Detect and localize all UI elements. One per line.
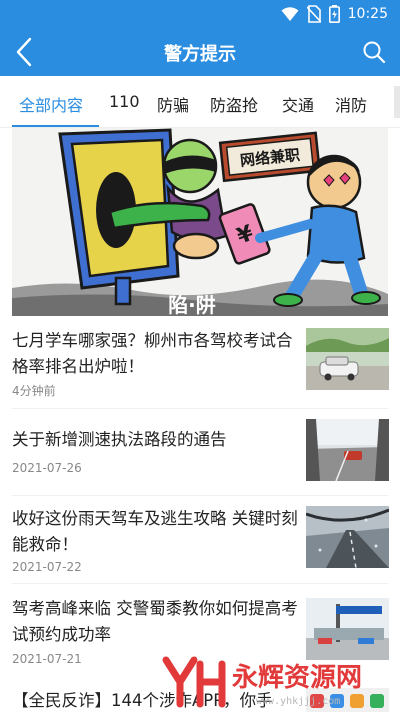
app-header: 警方提示 xyxy=(0,28,400,76)
search-button[interactable] xyxy=(356,34,392,70)
tab-traffic[interactable]: 交通 xyxy=(282,92,314,116)
tab-110[interactable]: 110 xyxy=(109,92,140,111)
news-title: 收好这份雨天驾车及逃生攻略 关键时刻能救命！ xyxy=(12,509,298,554)
watermark-url: www.yhkjjj.com xyxy=(256,696,340,707)
news-time: 4分钟前 xyxy=(12,384,56,398)
banner-caption: 陷·阱 xyxy=(168,293,216,316)
news-time: 2021-07-21 xyxy=(12,652,82,666)
news-item[interactable]: 关于新增测速执法路段的通告 2021-07-26 xyxy=(0,409,400,495)
tab-anti-fraud[interactable]: 防骗 xyxy=(157,92,189,116)
banner-image[interactable]: 网络兼职 ¥ 陷·阱 xyxy=(12,128,388,316)
news-time: 2021-07-26 xyxy=(12,461,82,475)
status-bar: 10:25 xyxy=(0,0,400,28)
page-title: 警方提示 xyxy=(164,44,236,65)
news-title: 七月学车哪家强？柳州市各驾校考试合格率排名出炉啦！ xyxy=(12,331,293,376)
news-item[interactable]: 收好这份雨天驾车及逃生攻略 关键时刻能救命！ 2021-07-22 xyxy=(0,496,400,582)
news-time: 2021-07-22 xyxy=(12,560,82,574)
tab-all[interactable]: 全部内容 xyxy=(19,92,83,116)
status-icons: 10:25 xyxy=(281,5,388,23)
banner-illustration: 网络兼职 ¥ 陷·阱 xyxy=(12,128,388,316)
tab-scroll-edge xyxy=(394,86,400,118)
status-time: 10:25 xyxy=(347,6,388,22)
category-tabs: 全部内容 110 防骗 防盗抢 交通 消防 xyxy=(0,76,400,128)
active-tab-indicator xyxy=(12,125,99,127)
watermark-text: 永辉资源网 xyxy=(232,663,362,693)
watermark-logo xyxy=(162,656,226,708)
news-thumbnail xyxy=(306,506,389,568)
news-title: 关于新增测速执法路段的通告 xyxy=(12,430,227,449)
watermark: 永辉资源网 www.yhkjjj.com xyxy=(160,652,400,712)
tab-anti-theft[interactable]: 防盗抢 xyxy=(210,92,258,116)
wifi-icon xyxy=(281,7,299,21)
tab-fire[interactable]: 消防 xyxy=(335,92,367,116)
news-thumbnail xyxy=(306,419,389,481)
no-sim-icon xyxy=(306,5,321,23)
search-icon xyxy=(363,41,386,64)
news-thumbnail xyxy=(306,598,389,660)
battery-icon xyxy=(328,5,340,23)
news-thumbnail xyxy=(306,328,389,390)
news-title: 驾考高峰来临 交警蜀黍教你如何提高考试预约成功率 xyxy=(12,599,298,644)
news-item[interactable]: 七月学车哪家强？柳州市各驾校考试合格率排名出炉啦！ 4分钟前 xyxy=(0,316,400,406)
